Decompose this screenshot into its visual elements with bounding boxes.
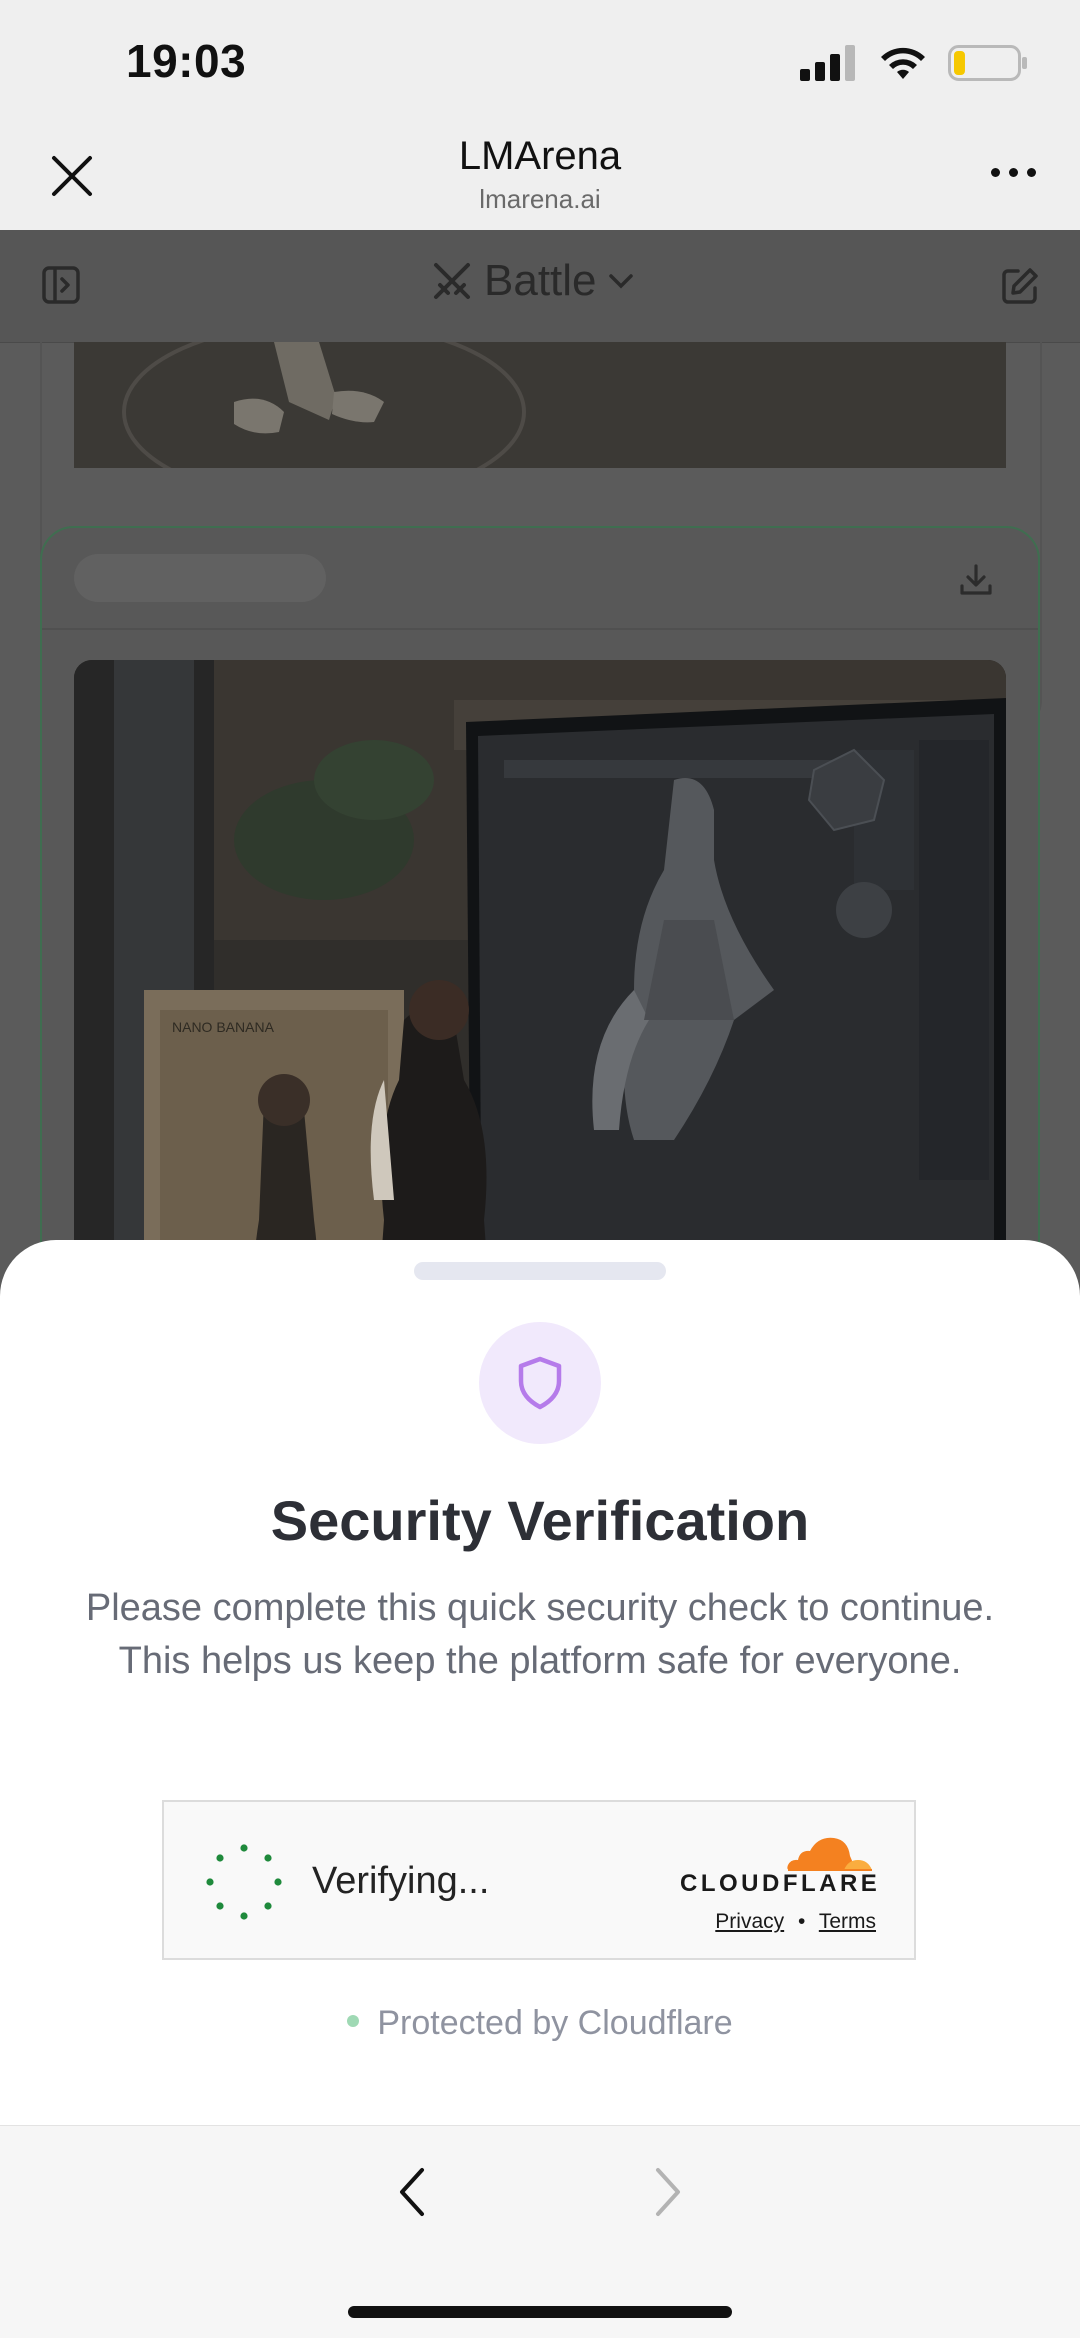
- signal-icon: [800, 45, 855, 81]
- back-icon[interactable]: [392, 2164, 432, 2220]
- loading-spinner-icon: [206, 1844, 282, 1920]
- verifying-status: Verifying...: [312, 1860, 490, 1902]
- privacy-link[interactable]: Privacy: [715, 1910, 784, 1933]
- swords-icon: [434, 263, 470, 299]
- download-icon[interactable]: [958, 562, 994, 598]
- cloudflare-wordmark: CLOUDFLARE: [680, 1870, 881, 1897]
- page-title: LMArena: [458, 134, 622, 178]
- page-url: lmarena.ai: [479, 184, 601, 214]
- sidebar-toggle-icon[interactable]: [42, 266, 80, 304]
- mode-selector[interactable]: Battle: [430, 256, 635, 306]
- terms-link[interactable]: Terms: [819, 1910, 876, 1933]
- model-name-placeholder: [74, 554, 326, 602]
- home-indicator: [348, 2306, 732, 2318]
- wifi-icon: [881, 47, 925, 79]
- cloudflare-logo-icon: [787, 1837, 872, 1871]
- shield-icon: [518, 1356, 562, 1410]
- status-icons: [800, 40, 1028, 86]
- forward-icon[interactable]: [648, 2164, 688, 2220]
- protected-notice: Protected by Cloudflare: [0, 2004, 1080, 2043]
- shield-badge: [479, 1322, 601, 1444]
- turnstile-links: Privacy • Terms: [680, 1910, 876, 1934]
- cloudflare-branding: CLOUDFLARE Privacy • Terms: [680, 1830, 881, 1934]
- sheet-description: Please complete this quick security chec…: [85, 1587, 995, 1682]
- card-divider: [42, 628, 1038, 630]
- response-image-previous: [74, 320, 1006, 504]
- protected-text: Protected by Cloudflare: [377, 2004, 733, 2042]
- app-bar: Battle: [0, 230, 1080, 343]
- battery-icon: [948, 45, 1027, 81]
- mode-label: Battle: [484, 256, 597, 305]
- sheet-title: Security Verification: [270, 1489, 810, 1552]
- box-label: NANO BANANA: [172, 1019, 275, 1035]
- status-dot: [347, 2015, 360, 2028]
- status-time: 19:03: [126, 35, 247, 87]
- link-separator: •: [798, 1910, 806, 1933]
- status-bar: 19:03: [0, 0, 1080, 128]
- browser-toolbar: [0, 2125, 1080, 2338]
- new-chat-icon[interactable]: [1000, 266, 1040, 306]
- cloudflare-turnstile-widget[interactable]: Verifying... CLOUDFLARE Privacy • Terms: [162, 1800, 916, 1960]
- sheet-drag-handle[interactable]: [414, 1262, 666, 1280]
- security-verification-sheet: Security Verification Please complete th…: [0, 1240, 1080, 2125]
- more-icon[interactable]: [991, 168, 1036, 177]
- chevron-down-icon: [608, 274, 633, 289]
- browser-header: LMArena lmarena.ai: [0, 128, 1080, 231]
